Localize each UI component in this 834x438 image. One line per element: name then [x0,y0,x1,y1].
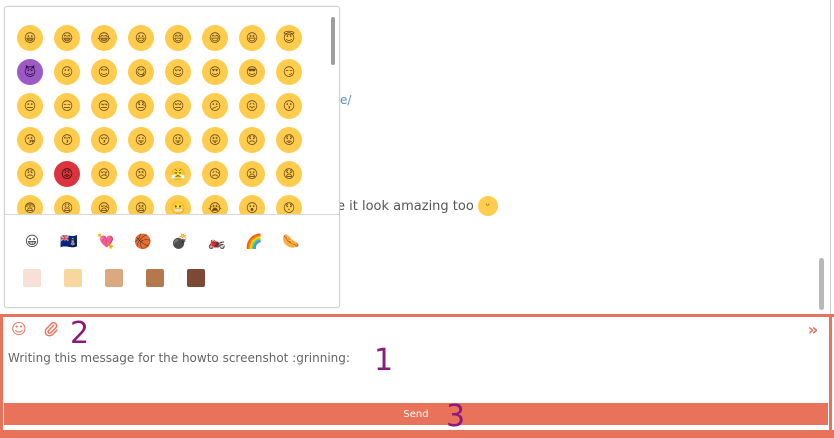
emoji-option[interactable]: 😦 [239,161,265,187]
emoji-option[interactable]: 😣 [128,161,154,187]
emoji-option[interactable]: 😄 [165,25,191,51]
emoji-option[interactable]: 😊 [91,59,117,85]
emoji-option[interactable]: 😒 [91,93,117,119]
emoji-option[interactable]: 😋 [128,59,154,85]
callout-one: 1 [374,343,394,378]
history-scrollbar[interactable] [819,258,824,310]
paperclip-glyph [44,322,58,337]
smile-emoji-icon: ᵕ [477,196,498,216]
emoji-option[interactable]: 😈 [17,59,43,85]
emoji-option[interactable]: 😤 [165,161,191,187]
emoji-option[interactable]: 😯 [276,195,302,215]
chat-message: e it look amazing too ᵕ [337,196,498,216]
smiley-icon[interactable]: ☺ [10,320,28,338]
emoji-option[interactable]: 😠 [17,161,43,187]
emoji-option[interactable]: 😌 [165,59,191,85]
emoji-category-tab[interactable]: 🏀 [130,229,156,255]
emoji-option[interactable]: 😆 [239,25,265,51]
emoji-option[interactable]: 😚 [91,127,117,153]
emoji-option[interactable]: 😀 [17,25,43,51]
emoji-option[interactable]: 😉 [54,59,80,85]
picker-separator [5,214,339,215]
callout-two: 2 [70,316,90,351]
emoji-option[interactable]: 😝 [202,127,228,153]
emoji-category-tab[interactable]: 💘 [93,229,119,255]
emoji-picker: 😀 😁 😂 😃 😄 😅 😆 😇 😈 😉 😊 😋 😌 😍 😎 😏 😐 😑 😒 😓 😔 😕 😖 😗 😘 😙 😚 😛 😜 😝 😞 😟 😠 😡 😢 😣 😤 😥 😦 😧… [4,6,340,308]
compose-divider [0,314,834,317]
emoji-option[interactable]: 😮 [239,195,265,215]
emoji-picker-scrollbar[interactable] [331,17,335,65]
skin-tone-swatch[interactable] [187,269,205,287]
emoji-option[interactable]: 😜 [165,127,191,153]
send-button-label: Send [403,408,429,420]
emoji-category-tab[interactable]: 🌈 [241,229,267,255]
emoji-option[interactable]: 😨 [17,195,43,215]
emoji-category-tab[interactable]: 🇰🇾 [56,229,82,255]
emoji-option[interactable]: 😅 [202,25,228,51]
emoji-option[interactable]: 😑 [54,93,80,119]
emoji-option[interactable]: 😗 [276,93,302,119]
emoji-grid: 😀 😁 😂 😃 😄 😅 😆 😇 😈 😉 😊 😋 😌 😍 😎 😏 😐 😑 😒 😓 😔 😕 😖 😗 😘 😙 😚 😛 😜 😝 😞 😟 😠 😡 😢 😣 😤 😥 😦 😧… [5,7,331,215]
emoji-option[interactable]: 😭 [202,195,228,215]
callout-three: 3 [446,399,466,434]
message-input[interactable]: Writing this message for the howto scree… [8,351,350,365]
emoji-category-tab[interactable]: 🌭 [278,229,304,255]
compose-frame-left [0,317,3,430]
emoji-option[interactable]: 😬 [165,195,191,215]
emoji-option[interactable]: 😔 [165,93,191,119]
emoji-option[interactable]: 😢 [91,161,117,187]
skin-tone-swatch[interactable] [64,269,82,287]
emoji-option[interactable]: 😟 [276,127,302,153]
compose-bottom-border [0,430,834,438]
emoji-option[interactable]: 😐 [17,93,43,119]
emoji-option[interactable]: 😡 [54,161,80,187]
emoji-option[interactable]: 😃 [128,25,154,51]
message-link[interactable]: e/ [340,93,351,107]
skin-tone-swatch[interactable] [146,269,164,287]
emoji-option[interactable]: 😪 [91,195,117,215]
emoji-option[interactable]: 😙 [54,127,80,153]
compose-frame-right [829,317,832,430]
emoji-option[interactable]: 😫 [128,195,154,215]
emoji-option[interactable]: 😏 [276,59,302,85]
emoji-option[interactable]: 😧 [276,161,302,187]
emoji-option[interactable]: 😘 [17,127,43,153]
emoji-option[interactable]: 😖 [239,93,265,119]
message-text: e it look amazing too [337,198,474,214]
emoji-option[interactable]: 😎 [239,59,265,85]
emoji-option[interactable]: 😍 [202,59,228,85]
emoji-option[interactable]: 😛 [128,127,154,153]
paperclip-icon[interactable] [42,320,60,338]
emoji-category-tab[interactable]: 🏍️ [204,229,230,255]
skin-tone-swatch[interactable] [105,269,123,287]
emoji-option[interactable]: 😞 [239,127,265,153]
emoji-option[interactable]: 😕 [202,93,228,119]
emoji-option[interactable]: 😇 [276,25,302,51]
emoji-option[interactable]: 😩 [54,195,80,215]
emoji-option[interactable]: 😥 [202,161,228,187]
emoji-option[interactable]: 😓 [128,93,154,119]
emoji-option[interactable]: 😁 [54,25,80,51]
send-button[interactable]: Send [4,403,828,425]
skin-tone-swatch[interactable] [23,269,41,287]
emoji-category-tab[interactable]: 💣 [167,229,193,255]
emoji-category-tab[interactable]: 😀 [19,229,45,255]
double-chevron-right-icon[interactable]: » [804,320,822,339]
emoji-option[interactable]: 😂 [91,25,117,51]
